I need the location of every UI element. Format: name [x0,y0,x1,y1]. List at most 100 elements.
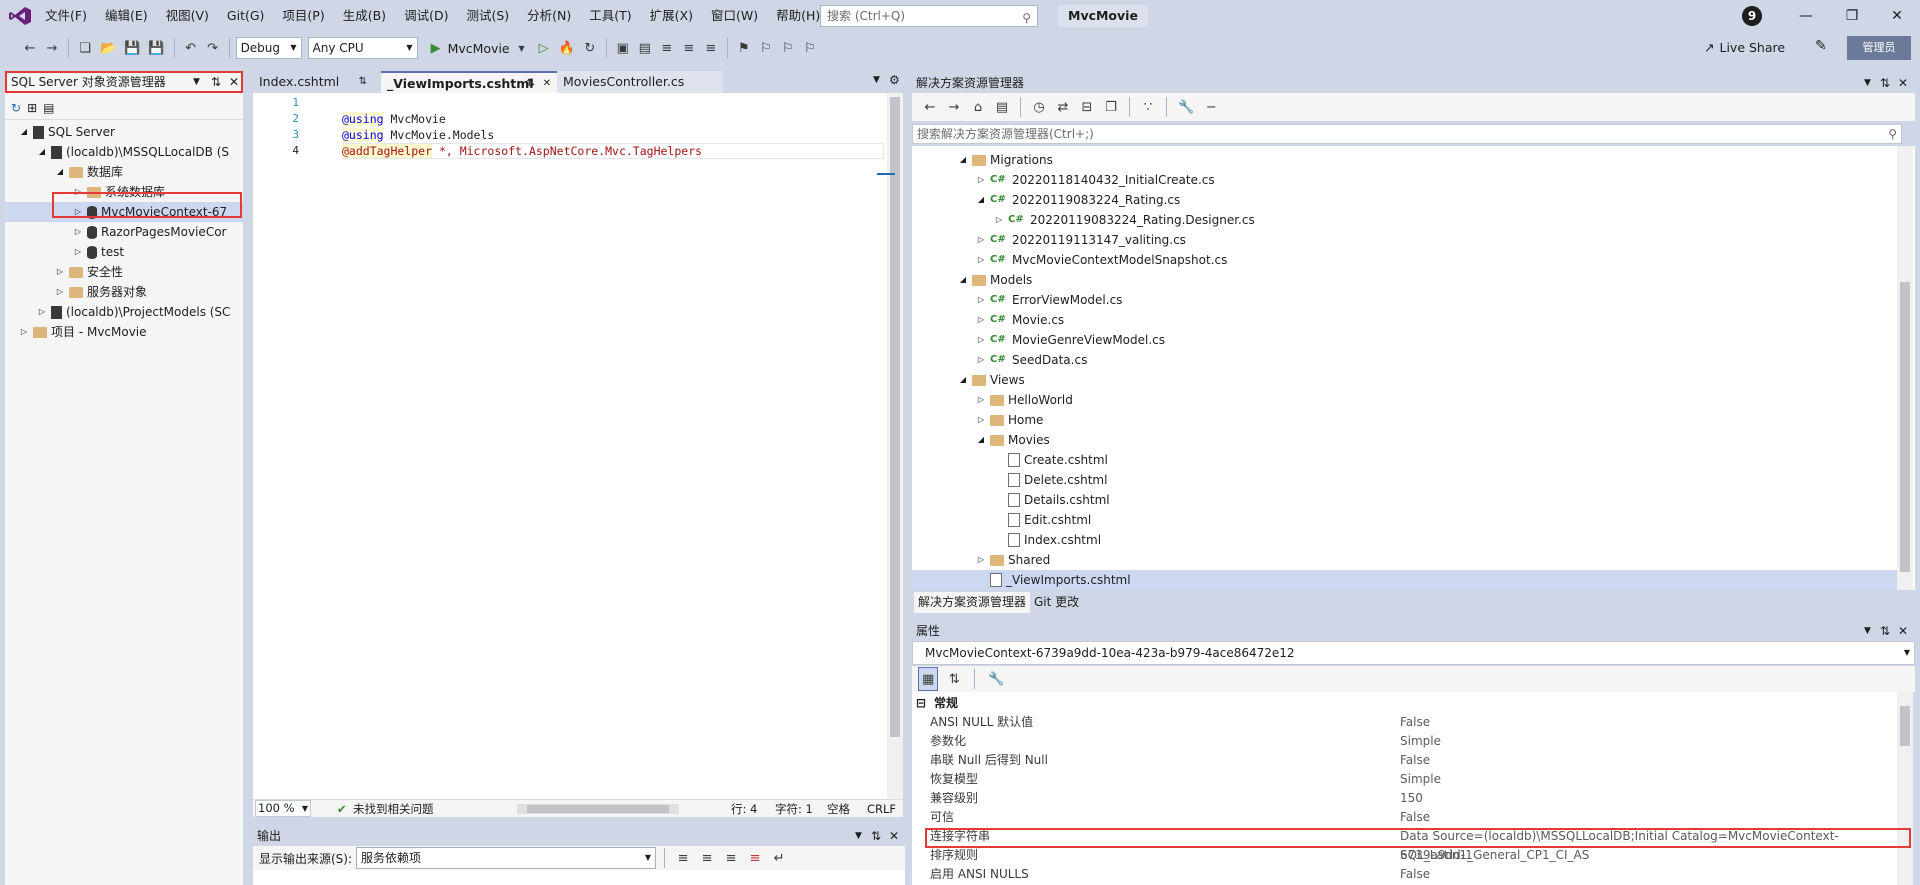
uncomment-icon[interactable]: ≡ [701,36,721,60]
bookmark-icon[interactable]: ⚑ [734,36,754,60]
menu-item[interactable]: 调试(D) [395,0,457,32]
tree-node[interactable]: ▷ Home [912,410,1897,430]
property-row[interactable]: ANSI NULL 默认值 False [912,713,1897,732]
restore-icon[interactable]: ❐ [1829,0,1875,32]
categorized-icon[interactable]: ▦ [918,667,939,691]
live-share-button[interactable]: ↗ Live Share [1704,36,1785,60]
tree-node[interactable]: ◢ C# 20220119083224_Rating.cs [912,190,1897,210]
layout-icon[interactable]: ▤ [635,36,655,60]
scroll-thumb[interactable] [1900,706,1910,746]
property-pages-icon[interactable]: 🔧 [985,667,1007,691]
issues-status[interactable]: 未找到相关问题 [353,800,434,818]
find-in-output-icon[interactable]: ≡ [673,846,693,870]
tree-node[interactable]: ▷ C# 20220118140432_InitialCreate.cs [912,170,1897,190]
collapsed-arrow-icon[interactable]: ▷ [976,410,986,430]
tab-moviescontroller-cs[interactable]: MoviesController.cs [557,71,723,93]
tree-node[interactable]: ▷ HelloWorld [912,390,1897,410]
pin-icon[interactable]: ⇅ [211,73,221,91]
pin-icon[interactable]: ⇅ [359,71,367,93]
tree-node[interactable]: ◢ Views [912,370,1897,390]
property-row[interactable]: 恢复模型 Simple [912,770,1897,789]
tree-node[interactable]: Details.cshtml [912,490,1897,510]
server-properties-icon[interactable]: ▤ [43,101,54,115]
tree-node[interactable]: Index.cshtml [912,530,1897,550]
next-message-icon[interactable]: ≡ [721,846,741,870]
dropdown-icon[interactable]: ▼ [1864,621,1871,641]
expanded-arrow-icon[interactable]: ◢ [976,430,986,450]
menu-item[interactable]: 窗口(W) [702,0,767,32]
tree-node[interactable]: ◢ 数据库 [5,162,243,182]
tree-node[interactable]: ▷ C# ErrorViewModel.cs [912,290,1897,310]
pin-icon[interactable]: ⇅ [871,826,881,846]
collapsed-arrow-icon[interactable]: ▷ [73,242,83,262]
collapsed-arrow-icon[interactable]: ▷ [19,322,29,342]
property-row[interactable]: 兼容级别 150 [912,789,1897,808]
back-icon[interactable]: ← [20,36,40,60]
tree-node[interactable]: ▷ C# 20220119113147_valiting.cs [912,230,1897,250]
minimize-icon[interactable]: — [1783,0,1829,32]
alphabetical-icon[interactable]: ⇅ [944,667,964,691]
clear-all-icon[interactable]: ≡ [745,846,765,870]
collapse-icon[interactable]: ⊟ [916,694,926,713]
next-bookmark-icon[interactable]: ⚐ [778,36,798,60]
close-icon[interactable]: ✕ [1898,73,1908,93]
collapsed-arrow-icon[interactable]: ▷ [55,262,65,282]
dropdown-icon[interactable]: ▼ [855,826,862,846]
menu-item[interactable]: 项目(P) [273,0,333,32]
menu-item[interactable]: 工具(T) [580,0,640,32]
hot-reload-icon[interactable]: 🔥 [556,36,578,60]
whitespace-indicator[interactable]: 空格 [827,800,850,818]
add-server-icon[interactable]: ⊞ [27,101,37,115]
property-category[interactable]: ⊟ 常规 [912,694,1897,713]
collapsed-arrow-icon[interactable]: ▷ [976,330,986,350]
redo-icon[interactable]: ↷ [203,36,223,60]
tree-node[interactable]: ▷ C# MovieGenreViewModel.cs [912,330,1897,350]
property-row[interactable]: 参数化 Simple [912,732,1897,751]
collapsed-arrow-icon[interactable]: ▷ [55,282,65,302]
open-file-icon[interactable]: 📂 [97,36,119,60]
run-target-button[interactable]: MvcMovie [448,41,510,56]
property-row[interactable]: 可信 False [912,808,1897,827]
feedback-icon[interactable]: ✎ [1815,38,1827,54]
output-source-dropdown[interactable]: 服务依赖项 ▼ [356,847,657,869]
expanded-arrow-icon[interactable]: ◢ [37,142,47,162]
pin-icon[interactable]: ⇅ [527,73,535,95]
tree-node[interactable]: ◢ Movies [912,430,1897,450]
tree-node[interactable]: ▷ 项目 - MvcMovie [5,322,243,342]
collapsed-arrow-icon[interactable]: ▷ [994,210,1004,230]
undo-icon[interactable]: ↶ [181,36,201,60]
search-input[interactable]: 搜索 (Ctrl+Q) ⚲ [820,5,1038,27]
property-row[interactable]: 启用 ANSI NULLS False [912,865,1897,884]
tree-node[interactable]: ▷ 安全性 [5,262,243,282]
clear-bookmark-icon[interactable]: ⚐ [800,36,820,60]
collapsed-arrow-icon[interactable]: ▷ [976,250,986,270]
collapsed-arrow-icon[interactable]: ▷ [976,550,986,570]
tree-node[interactable]: ▷ 服务器对象 [5,282,243,302]
properties-vertical-scrollbar[interactable] [1897,692,1913,885]
notification-badge[interactable]: 9 [1742,6,1762,26]
collapsed-arrow-icon[interactable]: ▷ [976,170,986,190]
expanded-arrow-icon[interactable]: ◢ [958,150,968,170]
prev-message-icon[interactable]: ≡ [697,846,717,870]
solution-vertical-scrollbar[interactable] [1897,146,1913,590]
tab-index-cshtml[interactable]: Index.cshtml ⇅ [253,71,373,93]
refresh-icon[interactable]: ↻ [11,101,21,115]
save-all-icon[interactable]: 💾 [145,36,167,60]
tree-node[interactable]: Edit.cshtml [912,510,1897,530]
tree-node[interactable]: ▷ C# Movie.cs [912,310,1897,330]
collapsed-arrow-icon[interactable]: ▷ [976,310,986,330]
wrench-icon[interactable]: 🔧 [1175,95,1197,119]
pin-icon[interactable]: ⇅ [1880,621,1890,641]
back-icon[interactable]: ← [920,95,940,119]
home-icon[interactable]: ⌂ [968,95,988,119]
horizontal-scrollbar[interactable] [517,804,679,814]
tree-node[interactable]: ▷ C# 20220119083224_Rating.Designer.cs [912,210,1897,230]
pin-icon[interactable]: ⇅ [1880,73,1890,93]
dropdown-icon[interactable]: ▼ [1864,73,1871,93]
expanded-arrow-icon[interactable]: ◢ [976,190,986,210]
collapsed-arrow-icon[interactable]: ▷ [37,302,47,322]
menu-item[interactable]: 生成(B) [334,0,395,32]
word-wrap-icon[interactable]: ↵ [769,846,789,870]
zoom-dropdown[interactable]: 100 % ▼ [255,800,311,817]
forward-icon[interactable]: → [42,36,62,60]
